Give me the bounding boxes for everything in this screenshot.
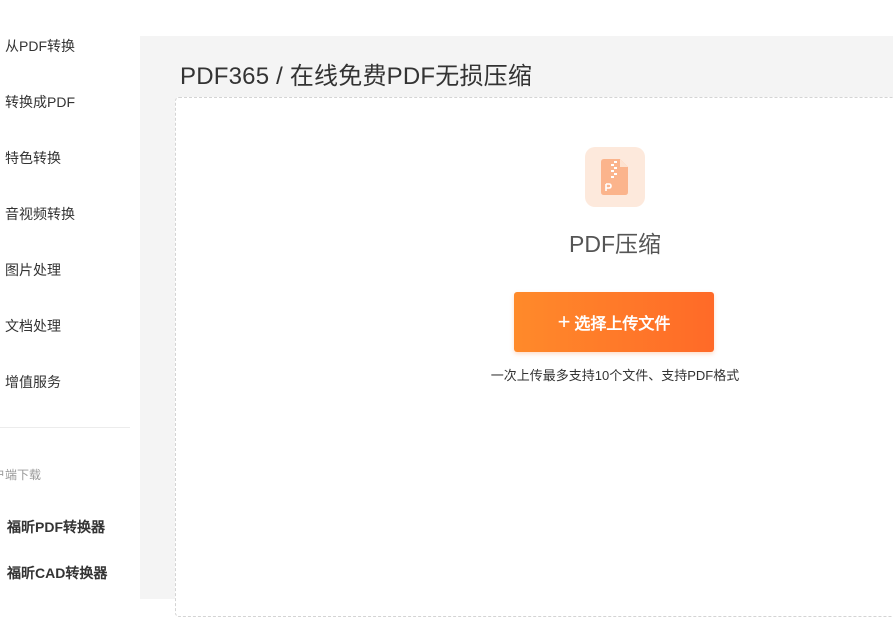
select-upload-file-button[interactable]: + 选择上传文件 bbox=[514, 292, 714, 352]
sidebar: 从PDF转换 转换成PDF 特色转换 音视频转换 图片处理 文档处理 增值服务 … bbox=[0, 0, 140, 599]
tool-name: PDF压缩 bbox=[569, 231, 661, 257]
plus-icon: + bbox=[557, 309, 571, 334]
sidebar-item-special-convert[interactable]: 特色转换 bbox=[5, 148, 61, 168]
sidebar-item-value-added[interactable]: 增值服务 bbox=[5, 372, 61, 392]
download-section-label: 户端下载 bbox=[0, 468, 42, 482]
page-title: PDF365 / 在线免费PDF无损压缩 bbox=[180, 63, 533, 90]
upload-button-label: 选择上传文件 bbox=[574, 316, 671, 333]
sidebar-item-from-pdf[interactable]: 从PDF转换 bbox=[5, 36, 75, 56]
download-pdf-converter[interactable]: 福昕PDF转换器 bbox=[7, 517, 105, 537]
download-cad-converter[interactable]: 福昕CAD转换器 bbox=[7, 563, 107, 583]
pdf-zip-file-icon bbox=[585, 147, 645, 207]
sidebar-item-audio-video[interactable]: 音视频转换 bbox=[5, 204, 75, 224]
upload-card bbox=[175, 97, 893, 617]
upload-hint: 一次上传最多支持10个文件、支持PDF格式 bbox=[490, 368, 740, 383]
sidebar-item-image[interactable]: 图片处理 bbox=[5, 260, 61, 280]
main-content: PDF365 / 在线免费PDF无损压缩 PDF压缩 + 选择上传文件 一次上传… bbox=[140, 36, 893, 617]
top-bar bbox=[140, 0, 893, 36]
sidebar-divider bbox=[0, 427, 130, 428]
sidebar-item-document[interactable]: 文档处理 bbox=[5, 316, 61, 336]
sidebar-item-to-pdf[interactable]: 转换成PDF bbox=[5, 92, 75, 112]
